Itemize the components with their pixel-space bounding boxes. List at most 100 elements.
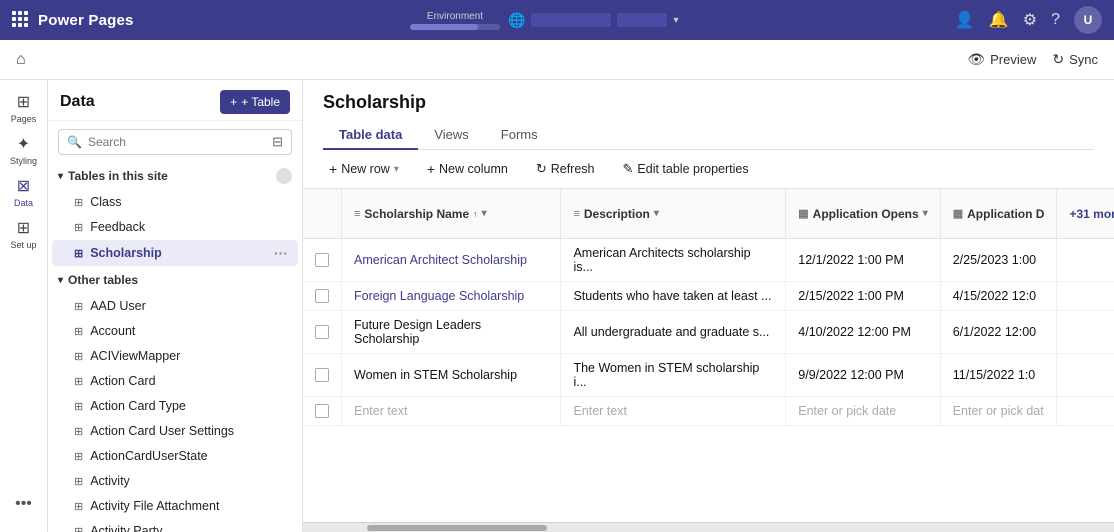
sidebar-item-account[interactable]: ⊞ Account	[52, 319, 298, 343]
sidebar-item-feedback[interactable]: ⊞ Feedback	[52, 215, 298, 239]
placeholder-description[interactable]: Enter text	[561, 397, 786, 426]
settings-icon[interactable]: ⚙	[1023, 10, 1037, 30]
row2-scholarship-name-link[interactable]: Foreign Language Scholarship	[354, 289, 524, 303]
sidebar-item-action-card[interactable]: ⊞ Action Card	[52, 369, 298, 393]
sidebar-item-actioncarduserstate[interactable]: ⊞ ActionCardUserState	[52, 444, 298, 468]
sidebar-item-aad-user-label: AAD User	[90, 299, 146, 313]
section-tables-in-site-label: Tables in this site	[68, 169, 168, 183]
row1-description: American Architects scholarship is...	[561, 239, 786, 282]
row1-checkbox-cell	[303, 239, 342, 282]
nav-item-setup[interactable]: ⊞ Set up	[4, 214, 44, 254]
placeholder-application-d[interactable]: Enter or pick dat	[940, 397, 1057, 426]
table-icon-actioncarduserstate: ⊞	[74, 450, 83, 463]
nav-item-pages[interactable]: ⊞ Pages	[4, 88, 44, 128]
col-more-cols[interactable]: +31 more ▾	[1057, 189, 1114, 239]
search-input[interactable]	[88, 135, 266, 149]
home-icon[interactable]: ⌂	[16, 51, 26, 69]
col-label-application-d: Application D	[967, 207, 1044, 221]
tab-views[interactable]: Views	[418, 121, 484, 150]
col-scholarship-name[interactable]: ≡ Scholarship Name ↑ ▾	[342, 189, 561, 239]
scholarship-more-icon[interactable]: ···	[274, 245, 288, 261]
tab-table-data[interactable]: Table data	[323, 121, 418, 150]
col-description[interactable]: ≡ Description ▾	[561, 189, 786, 239]
row2-scholarship-name: Foreign Language Scholarship	[342, 282, 561, 311]
new-row-label: New row	[341, 162, 390, 176]
sidebar-item-actioncarduserstate-label: ActionCardUserState	[90, 449, 207, 463]
row2-checkbox[interactable]	[315, 289, 329, 303]
placeholder-application-opens[interactable]: Enter or pick date	[786, 397, 940, 426]
preview-button[interactable]: 👁 Preview	[967, 51, 1036, 68]
section-tables-in-site[interactable]: ▾ Tables in this site	[48, 163, 302, 189]
search-bar[interactable]: 🔍 ⊟	[58, 129, 292, 155]
person-icon[interactable]: 👤	[955, 10, 975, 30]
bell-icon[interactable]: 🔔	[989, 10, 1009, 30]
horizontal-scrollbar[interactable]	[303, 522, 1114, 532]
row1-scholarship-name-link[interactable]: American Architect Scholarship	[354, 253, 527, 267]
second-bar: ⌂ 👁 Preview ↻ Sync	[0, 40, 1114, 80]
row4-checkbox-cell	[303, 354, 342, 397]
row3-scholarship-name-link[interactable]: Future Design Leaders Scholarship	[354, 318, 481, 346]
table-body: American Architect Scholarship American …	[303, 239, 1114, 426]
sidebar-item-account-label: Account	[90, 324, 135, 338]
more-cols-button[interactable]: +31 more ▾	[1069, 207, 1114, 221]
sidebar-item-scholarship[interactable]: ⊞ Scholarship ···	[52, 240, 298, 266]
sidebar-item-activity-file-attachment-label: Activity File Attachment	[90, 499, 219, 513]
new-column-button[interactable]: + New column	[421, 158, 514, 180]
sync-button[interactable]: ↻ Sync	[1052, 51, 1098, 68]
add-table-plus-icon: +	[230, 95, 237, 109]
content-header: Scholarship Table data Views Forms	[303, 80, 1114, 150]
nav-item-setup-label: Set up	[10, 240, 36, 250]
nav-chevron-icon[interactable]: ▾	[673, 15, 678, 26]
table-area: ≡ Scholarship Name ↑ ▾ ≡ Description ▾	[303, 189, 1114, 522]
col-chevron-scholarship-name[interactable]: ▾	[482, 208, 487, 219]
section-other-tables[interactable]: ▾ Other tables	[48, 267, 302, 293]
waffle-icon[interactable]	[12, 11, 30, 29]
new-row-chevron-icon[interactable]: ▾	[394, 164, 399, 175]
nav-placeholder2	[617, 13, 667, 27]
nav-item-data[interactable]: ⊠ Data	[4, 172, 44, 212]
sidebar-item-aad-user[interactable]: ⊞ AAD User	[52, 294, 298, 318]
table-header-row: ≡ Scholarship Name ↑ ▾ ≡ Description ▾	[303, 189, 1114, 239]
avatar[interactable]: U	[1074, 6, 1102, 34]
edit-table-properties-button[interactable]: ✎ Edit table properties	[617, 158, 755, 180]
table-row: Women in STEM Scholarship The Women in S…	[303, 354, 1114, 397]
sidebar-item-activity[interactable]: ⊞ Activity	[52, 469, 298, 493]
nav-item-styling[interactable]: ✦ Styling	[4, 130, 44, 170]
sidebar-item-aciviewmapper[interactable]: ⊞ ACIViewMapper	[52, 344, 298, 368]
globe-icon[interactable]: 🌐	[508, 12, 525, 29]
page-title: Scholarship	[323, 92, 1094, 113]
new-row-button[interactable]: + New row ▾	[323, 158, 405, 180]
row1-checkbox[interactable]	[315, 253, 329, 267]
row2-application-opens: 2/15/2022 1:00 PM	[786, 282, 940, 311]
sidebar-item-class[interactable]: ⊞ Class	[52, 190, 298, 214]
tab-forms[interactable]: Forms	[485, 121, 554, 150]
nav-more-button[interactable]: •••	[4, 484, 44, 524]
col-chevron-description[interactable]: ▾	[654, 208, 659, 219]
sidebar-item-activity-party[interactable]: ⊞ Activity Party	[52, 519, 298, 532]
sidebar-item-activity-file-attachment[interactable]: ⊞ Activity File Attachment	[52, 494, 298, 518]
row4-scholarship-name: Women in STEM Scholarship	[342, 354, 561, 397]
sidebar-item-action-card-type[interactable]: ⊞ Action Card Type	[52, 394, 298, 418]
environment-section: Environment	[410, 11, 500, 30]
second-bar-right: 👁 Preview ↻ Sync	[967, 51, 1098, 68]
preview-icon: 👁	[967, 51, 985, 68]
help-icon[interactable]: ?	[1051, 11, 1060, 29]
col-chevron-application-opens[interactable]: ▾	[923, 208, 928, 219]
row2-checkbox-cell	[303, 282, 342, 311]
add-table-button[interactable]: + + Table	[220, 90, 290, 114]
setup-icon: ⊞	[17, 218, 30, 238]
row4-scholarship-name-link[interactable]: Women in STEM Scholarship	[354, 368, 517, 382]
col-icon-scholarship-name: ≡	[354, 208, 360, 220]
refresh-button[interactable]: ↻ Refresh	[530, 158, 601, 180]
row3-checkbox[interactable]	[315, 325, 329, 339]
sidebar-item-action-card-user-settings[interactable]: ⊞ Action Card User Settings	[52, 419, 298, 443]
scroll-thumb[interactable]	[367, 525, 547, 531]
placeholder-scholarship-name[interactable]: Enter text	[342, 397, 561, 426]
placeholder-checkbox[interactable]	[315, 404, 329, 418]
edit-icon: ✎	[623, 161, 634, 177]
sort-icon-scholarship-name[interactable]: ↑	[473, 209, 478, 219]
col-application-d[interactable]: ▦ Application D	[940, 189, 1057, 239]
filter-icon[interactable]: ⊟	[272, 134, 283, 150]
row4-checkbox[interactable]	[315, 368, 329, 382]
col-application-opens[interactable]: ▦ Application Opens ▾	[786, 189, 940, 239]
